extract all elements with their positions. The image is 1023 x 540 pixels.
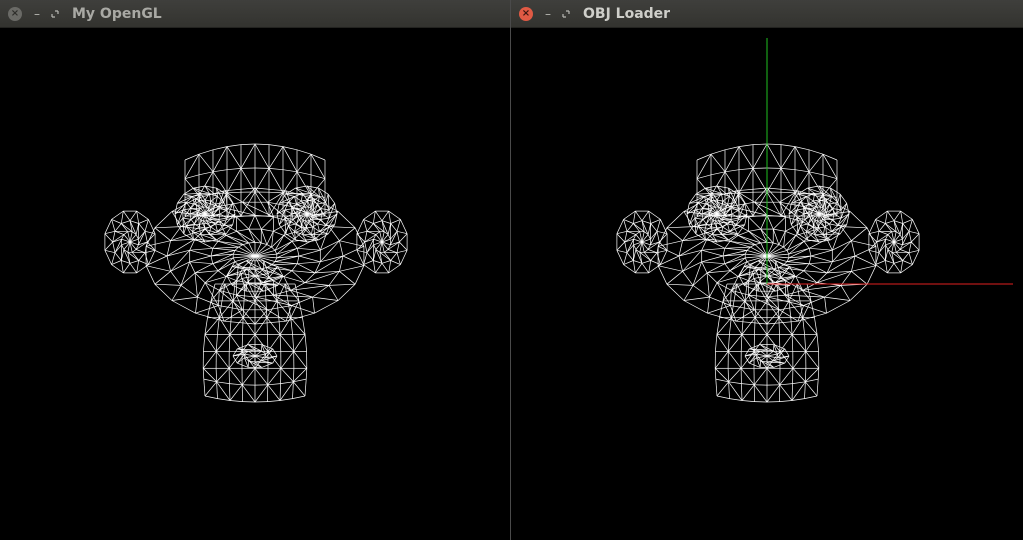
close-icon[interactable]: × <box>8 6 22 21</box>
window-title: My OpenGL <box>72 5 162 22</box>
titlebar[interactable]: × – My OpenGL <box>0 0 510 28</box>
close-icon[interactable]: × <box>519 6 533 21</box>
minimize-icon[interactable]: – <box>543 7 553 21</box>
window-my-opengl[interactable]: × – My OpenGL <box>0 0 510 540</box>
titlebar[interactable]: × – OBJ Loader <box>511 0 1023 28</box>
desktop: × – My OpenGL × – OBJ Loader <box>0 0 1023 540</box>
monkey-wireframe <box>104 143 408 403</box>
maximize-icon[interactable] <box>50 7 60 21</box>
gl-canvas[interactable] <box>511 28 1023 540</box>
monkey-wireframe <box>616 38 1013 403</box>
maximize-icon[interactable] <box>561 7 571 21</box>
window-obj-loader[interactable]: × – OBJ Loader <box>511 0 1023 540</box>
gl-canvas[interactable] <box>0 28 510 540</box>
window-title: OBJ Loader <box>583 5 671 22</box>
minimize-icon[interactable]: – <box>32 7 42 21</box>
